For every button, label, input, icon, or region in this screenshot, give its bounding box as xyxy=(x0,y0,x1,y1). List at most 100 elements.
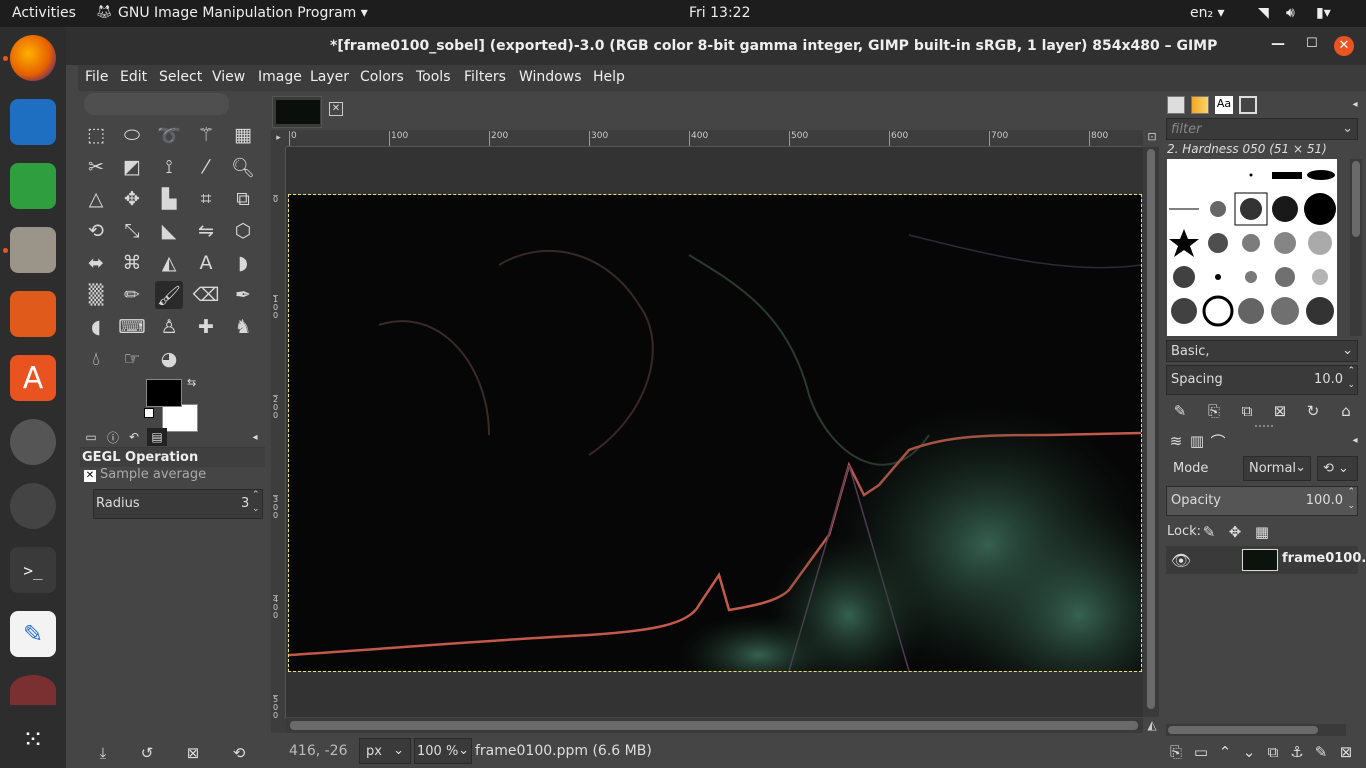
horizontal-scrollbar[interactable] xyxy=(286,718,1143,733)
wilber-drop-area[interactable] xyxy=(84,93,229,115)
spacing-spinner[interactable]: Spacing 10.0 ⌃ ⌄ xyxy=(1166,365,1358,395)
spin-up-icon[interactable]: ⌃ xyxy=(1347,487,1355,497)
maximize-button[interactable]: ☐ xyxy=(1306,36,1318,51)
opacity-spinner[interactable]: Opacity 100.0 ⌃ ⌄ xyxy=(1166,486,1358,516)
brush-grid-scrollbar[interactable] xyxy=(1350,159,1362,336)
activities-button[interactable]: Activities xyxy=(12,5,76,21)
warp-transform-icon[interactable]: ⌘ xyxy=(118,249,146,277)
radius-spinner[interactable]: Radius 3 ⌃ ⌄ xyxy=(93,489,263,519)
paintbrush-icon[interactable]: 🖌︎ xyxy=(155,281,183,309)
navigate-icon[interactable]: ◭ xyxy=(1143,718,1161,733)
mask-layer-icon[interactable]: ✎ xyxy=(1312,743,1330,761)
layer-name[interactable]: frame0100.pp xyxy=(1282,551,1366,566)
software-icon[interactable]: A xyxy=(10,355,56,401)
quick-mask-toggle[interactable] xyxy=(271,718,286,733)
gradient-icon[interactable]: ▒ xyxy=(82,281,110,309)
lock-position-icon[interactable]: ✥ xyxy=(1226,523,1244,541)
save-options-icon[interactable]: ⤓ xyxy=(94,744,112,762)
horizontal-ruler[interactable]: 0 100 200 300 400 500 600 700 800 xyxy=(286,130,1143,147)
lock-pixels-icon[interactable]: ✎ xyxy=(1200,523,1218,541)
spin-down-icon[interactable]: ⌄ xyxy=(1347,380,1355,390)
patterns-tab-icon[interactable] xyxy=(1191,96,1209,114)
layer-row[interactable]: 👁︎ frame0100.pp xyxy=(1166,546,1366,574)
show-apps-icon[interactable]: ⁙ xyxy=(10,717,56,763)
brush-preset-select[interactable]: Basic, ⌄ xyxy=(1166,340,1358,362)
eraser-icon[interactable]: ⌫ xyxy=(192,281,220,309)
align-icon[interactable]: ▙ xyxy=(155,185,183,213)
battery-icon[interactable]: ▮▾ xyxy=(1316,5,1331,21)
new-layer-group-icon[interactable]: ▭ xyxy=(1192,743,1210,761)
zoom-select[interactable]: 100 % ⌄ xyxy=(414,738,472,764)
menu-help[interactable]: Help xyxy=(593,69,625,85)
menu-layer[interactable]: Layer xyxy=(310,69,349,85)
flip-icon[interactable]: ⇋ xyxy=(192,217,220,245)
gimp-dock-icon[interactable] xyxy=(10,675,56,705)
spin-down-icon[interactable]: ⌄ xyxy=(1347,501,1355,511)
menu-file[interactable]: File xyxy=(85,69,108,85)
device-status-tab-icon[interactable]: ⓘ xyxy=(104,428,122,446)
color-select-icon[interactable]: ▦ xyxy=(229,121,257,149)
unit-select[interactable]: px ⌄ xyxy=(359,738,411,764)
pencil-icon[interactable]: ✏ xyxy=(118,281,146,309)
delete-brush-icon[interactable]: ⊠ xyxy=(1271,402,1289,420)
edit-brush-icon[interactable]: ✎ xyxy=(1171,402,1189,420)
image-canvas[interactable] xyxy=(288,194,1142,672)
raise-layer-icon[interactable]: ⌃ xyxy=(1216,743,1234,761)
crop-icon[interactable]: ⌗ xyxy=(192,185,220,213)
menu-view[interactable]: View xyxy=(212,69,245,85)
close-image-tab-icon[interactable]: ✕ xyxy=(329,102,343,116)
airbrush-icon[interactable]: ✒ xyxy=(229,281,257,309)
default-colors-icon[interactable] xyxy=(144,408,154,418)
brush-scroll-thumb[interactable] xyxy=(1352,161,1360,237)
heal-icon[interactable]: ✚ xyxy=(192,313,220,341)
reset-options-icon[interactable]: ⟲ xyxy=(230,744,248,762)
unified-transform-icon[interactable]: ⧉ xyxy=(229,185,257,213)
vertical-ruler[interactable]: 0 1 0 0 2 0 0 3 0 0 4 0 0 5 0 0 xyxy=(271,147,286,720)
move-icon[interactable]: ✥ xyxy=(118,185,146,213)
ink-icon[interactable]: ◖ xyxy=(82,313,110,341)
writer-icon[interactable] xyxy=(10,99,56,145)
dodge-burn-icon[interactable]: ◕ xyxy=(155,345,183,373)
open-brush-as-image-icon[interactable]: ⌂ xyxy=(1337,402,1355,420)
tab-menu-icon[interactable]: ◂ xyxy=(1349,98,1361,110)
tool-options-tab-icon[interactable]: ▭ xyxy=(82,428,100,446)
measure-icon[interactable]: △ xyxy=(82,185,110,213)
tab-menu-icon[interactable]: ◂ xyxy=(1349,434,1361,446)
calc-icon[interactable] xyxy=(10,163,56,209)
sample-average-checkbox[interactable]: ✕ xyxy=(84,470,96,482)
color-picker-icon[interactable]: ⁄ xyxy=(192,153,220,181)
lower-layer-icon[interactable]: ⌄ xyxy=(1240,743,1258,761)
clone-icon[interactable]: ♙ xyxy=(155,313,183,341)
zoom-to-fit-icon[interactable]: ⊡ xyxy=(1143,130,1161,147)
wifi-icon[interactable]: ◥ xyxy=(1258,5,1269,21)
duplicate-brush-icon[interactable]: ⧉ xyxy=(1238,402,1256,420)
files-icon[interactable] xyxy=(10,227,56,273)
new-brush-icon[interactable]: ⎘ xyxy=(1205,402,1223,420)
paths-icon[interactable]: ⟟ xyxy=(155,153,183,181)
anchor-layer-icon[interactable]: ⚓︎ xyxy=(1288,743,1306,761)
eye-icon[interactable]: 👁︎ xyxy=(1170,550,1192,570)
firefox-icon[interactable] xyxy=(10,35,56,81)
ellipse-select-icon[interactable]: ⬭ xyxy=(118,121,146,149)
document-history-tab-icon[interactable] xyxy=(1239,96,1257,114)
swap-colors-icon[interactable]: ⇆ xyxy=(187,376,196,389)
clock[interactable]: Fri 13:22 xyxy=(689,5,750,21)
horizontal-scroll-thumb[interactable] xyxy=(290,721,1138,730)
foreground-select-icon[interactable]: ◩ xyxy=(118,153,146,181)
delete-options-icon[interactable]: ⊠ xyxy=(184,744,202,762)
fonts-tab-icon[interactable]: Aa xyxy=(1215,96,1233,114)
spin-up-icon[interactable]: ⌃ xyxy=(252,490,260,500)
minimize-button[interactable]: — xyxy=(1271,36,1285,52)
restore-options-icon[interactable]: ↺ xyxy=(138,744,156,762)
paint-bucket-icon[interactable]: ◗ xyxy=(229,249,257,277)
menu-tools[interactable]: Tools xyxy=(416,69,451,85)
blur-icon[interactable]: 💧︎ xyxy=(82,345,110,373)
duplicate-layer-icon[interactable]: ⧉ xyxy=(1264,743,1282,761)
foreground-color-swatch[interactable] xyxy=(146,379,182,407)
text-icon[interactable]: A xyxy=(192,249,220,277)
brushes-tab-icon[interactable] xyxy=(1167,96,1185,114)
new-layer-icon[interactable]: ⎘ xyxy=(1167,743,1185,761)
settings-icon[interactable] xyxy=(10,419,56,465)
brush-filter-input[interactable]: filter ⌄ xyxy=(1166,118,1358,140)
impress-icon[interactable] xyxy=(10,291,56,337)
